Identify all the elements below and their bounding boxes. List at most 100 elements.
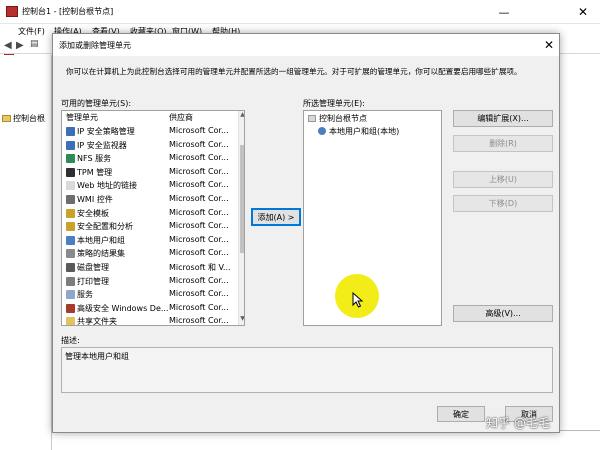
add-remove-snapins-dialog: 添加或删除管理单元 ✕ 你可以在计算机上为此控制台选择可用的管理单元并配置所选的… (52, 33, 560, 433)
local-users-icon (66, 235, 75, 245)
snapin-name: 安全配置和分析 (77, 222, 133, 232)
snapin-vendor: Microsoft Cor... (169, 316, 229, 326)
console-tree-root-label: 控制台根 (13, 114, 45, 123)
list-item[interactable]: 磁盘管理 Microsoft 和 V... (62, 261, 238, 275)
list-item[interactable]: 打印管理 Microsoft Cor... (62, 275, 238, 289)
snapin-vendor: Microsoft Cor... (169, 221, 229, 231)
snapin-name: TPM 管理 (77, 167, 113, 177)
list-item[interactable]: 安全配置和分析 Microsoft Cor... (62, 220, 238, 234)
snapin-name: 磁盘管理 (77, 263, 109, 272)
menu-file[interactable]: 文件(F) (18, 26, 45, 37)
snapin-vendor: Microsoft Cor... (169, 248, 229, 258)
remove-button[interactable]: 删除(R) (453, 135, 553, 152)
snapin-vendor: Microsoft Cor... (169, 194, 229, 203)
snapin-vendor: Microsoft Cor... (169, 166, 229, 176)
list-item[interactable]: IP 安全监视器 Microsoft Cor... (62, 139, 238, 153)
available-list-scrollbar[interactable]: ▲ ▼ (238, 111, 244, 325)
mouse-cursor-icon (352, 292, 364, 308)
move-down-button[interactable]: 下移(D) (453, 195, 553, 212)
snapin-vendor: Microsoft Cor... (169, 275, 229, 285)
list-item[interactable]: 服务 Microsoft Cor... (62, 288, 238, 302)
snapin-name: 安全模板 (77, 208, 109, 218)
snapin-vendor: Microsoft Cor... (169, 289, 229, 299)
mmc-app-icon (6, 6, 18, 17)
list-item[interactable]: 策略的结果集 Microsoft Cor... (62, 247, 238, 261)
print-management-icon (66, 276, 75, 286)
selected-tree-root-label: 控制台根节点 (319, 114, 367, 123)
snapin-name: Web 地址的链接 (77, 181, 137, 191)
firewall-icon (66, 303, 75, 313)
console-root-icon (308, 115, 316, 122)
scroll-up-icon[interactable]: ▲ (239, 111, 244, 121)
policy-result-icon (66, 249, 75, 259)
selected-tree-item[interactable]: 本地用户和组(本地) (318, 126, 399, 137)
dialog-titlebar: 添加或删除管理单元 ✕ (53, 34, 559, 56)
list-item[interactable]: 本地用户和组 Microsoft Cor... (62, 234, 238, 248)
snapin-name: NFS 服务 (77, 154, 112, 164)
snapin-name: 打印管理 (77, 276, 109, 286)
dialog-close-button[interactable]: ✕ (541, 37, 557, 53)
snapin-vendor: Microsoft 和 V... (169, 263, 231, 272)
console-tree-pane: 控制台根 (0, 55, 52, 450)
list-item[interactable]: Web 地址的链接 Microsoft Cor... (62, 179, 238, 193)
main-window-title: 控制台1 - [控制台根节点] (22, 7, 114, 16)
shared-folder-icon (66, 317, 75, 325)
edit-extensions-button[interactable]: 编辑扩展(X)... (453, 110, 553, 127)
selected-tree-root[interactable]: 控制台根节点 (308, 113, 367, 124)
list-item[interactable]: 高级安全 Windows De... Microsoft Cor... (62, 302, 238, 316)
column-header-name[interactable]: 管理单元 (66, 112, 98, 123)
snapin-vendor: Microsoft Cor... (169, 207, 229, 217)
ip-security-monitor-icon (66, 140, 75, 150)
show-tree-icon[interactable]: ▤ (30, 39, 39, 49)
ok-button[interactable]: 确定 (437, 406, 485, 422)
security-template-icon (66, 208, 75, 218)
scroll-thumb[interactable] (240, 145, 244, 253)
web-link-icon (66, 181, 75, 191)
description-text: 管理本地用户和组 (65, 352, 129, 361)
snapin-name: 本地用户和组 (77, 235, 125, 245)
selected-tree-item-label: 本地用户和组(本地) (329, 127, 400, 136)
snapin-name: 服务 (77, 290, 93, 300)
snapin-vendor: Microsoft Cor... (169, 139, 229, 149)
main-window-bottom-frame (120, 430, 600, 450)
main-close-button[interactable]: ✕ (566, 2, 600, 22)
snapin-name: IP 安全策略管理 (77, 127, 135, 136)
advanced-button[interactable]: 高级(V)... (453, 305, 553, 322)
list-item[interactable]: IP 安全策略管理 Microsoft Cor... (62, 125, 238, 139)
available-snapins-label: 可用的管理单元(S): (61, 99, 132, 108)
snapin-name: 高级安全 Windows De... (77, 303, 169, 313)
console-tree-root[interactable]: 控制台根 (2, 113, 45, 124)
nfs-service-icon (66, 154, 75, 164)
snapin-vendor: Microsoft Cor... (169, 153, 229, 163)
snapin-name: 共享文件夹 (77, 317, 117, 326)
list-item[interactable]: 共享文件夹 Microsoft Cor... (62, 315, 238, 326)
local-users-icon (318, 127, 326, 135)
list-item[interactable]: WMI 控件 Microsoft Cor... (62, 193, 238, 207)
forward-arrow-icon[interactable]: ▶ (16, 40, 24, 51)
back-arrow-icon[interactable]: ◀ (4, 40, 12, 51)
description-box: 管理本地用户和组 (61, 347, 553, 393)
list-item[interactable]: TPM 管理 Microsoft Cor... (62, 166, 238, 180)
dialog-title: 添加或删除管理单元 (59, 41, 131, 50)
list-item[interactable]: NFS 服务 Microsoft Cor... (62, 152, 238, 166)
wmi-control-icon (66, 195, 75, 204)
dialog-description: 你可以在计算机上为此控制台选择可用的管理单元并配置所选的一组管理单元。对于可扩展… (66, 67, 522, 76)
scroll-down-icon[interactable]: ▼ (239, 315, 244, 325)
ip-security-policy-icon (66, 127, 75, 136)
snapin-name: IP 安全监视器 (77, 140, 127, 150)
snapin-vendor: Microsoft Cor... (169, 302, 229, 312)
column-header-vendor[interactable]: 供应商 (169, 112, 193, 123)
main-window-titlebar: 控制台1 - [控制台根节点] — ✕ (0, 0, 600, 24)
minimize-button[interactable]: — (486, 2, 522, 22)
available-snapins-list[interactable]: 管理单元 供应商 IP 安全策略管理 Microsoft Cor... IP 安全监… (61, 110, 245, 326)
snapin-vendor: Microsoft Cor... (169, 126, 229, 135)
move-up-button[interactable]: 上移(U) (453, 171, 553, 188)
list-item[interactable]: 安全模板 Microsoft Cor... (62, 207, 238, 221)
snapin-name: WMI 控件 (77, 195, 113, 204)
watermark: 知乎 @毛毛 (486, 416, 550, 430)
description-label: 描述: (61, 336, 80, 345)
services-icon (66, 290, 75, 300)
add-button[interactable]: 添加(A) > (251, 208, 301, 226)
snapin-vendor: Microsoft Cor... (169, 180, 229, 190)
selected-snapins-label: 所选管理单元(E): (303, 99, 365, 108)
